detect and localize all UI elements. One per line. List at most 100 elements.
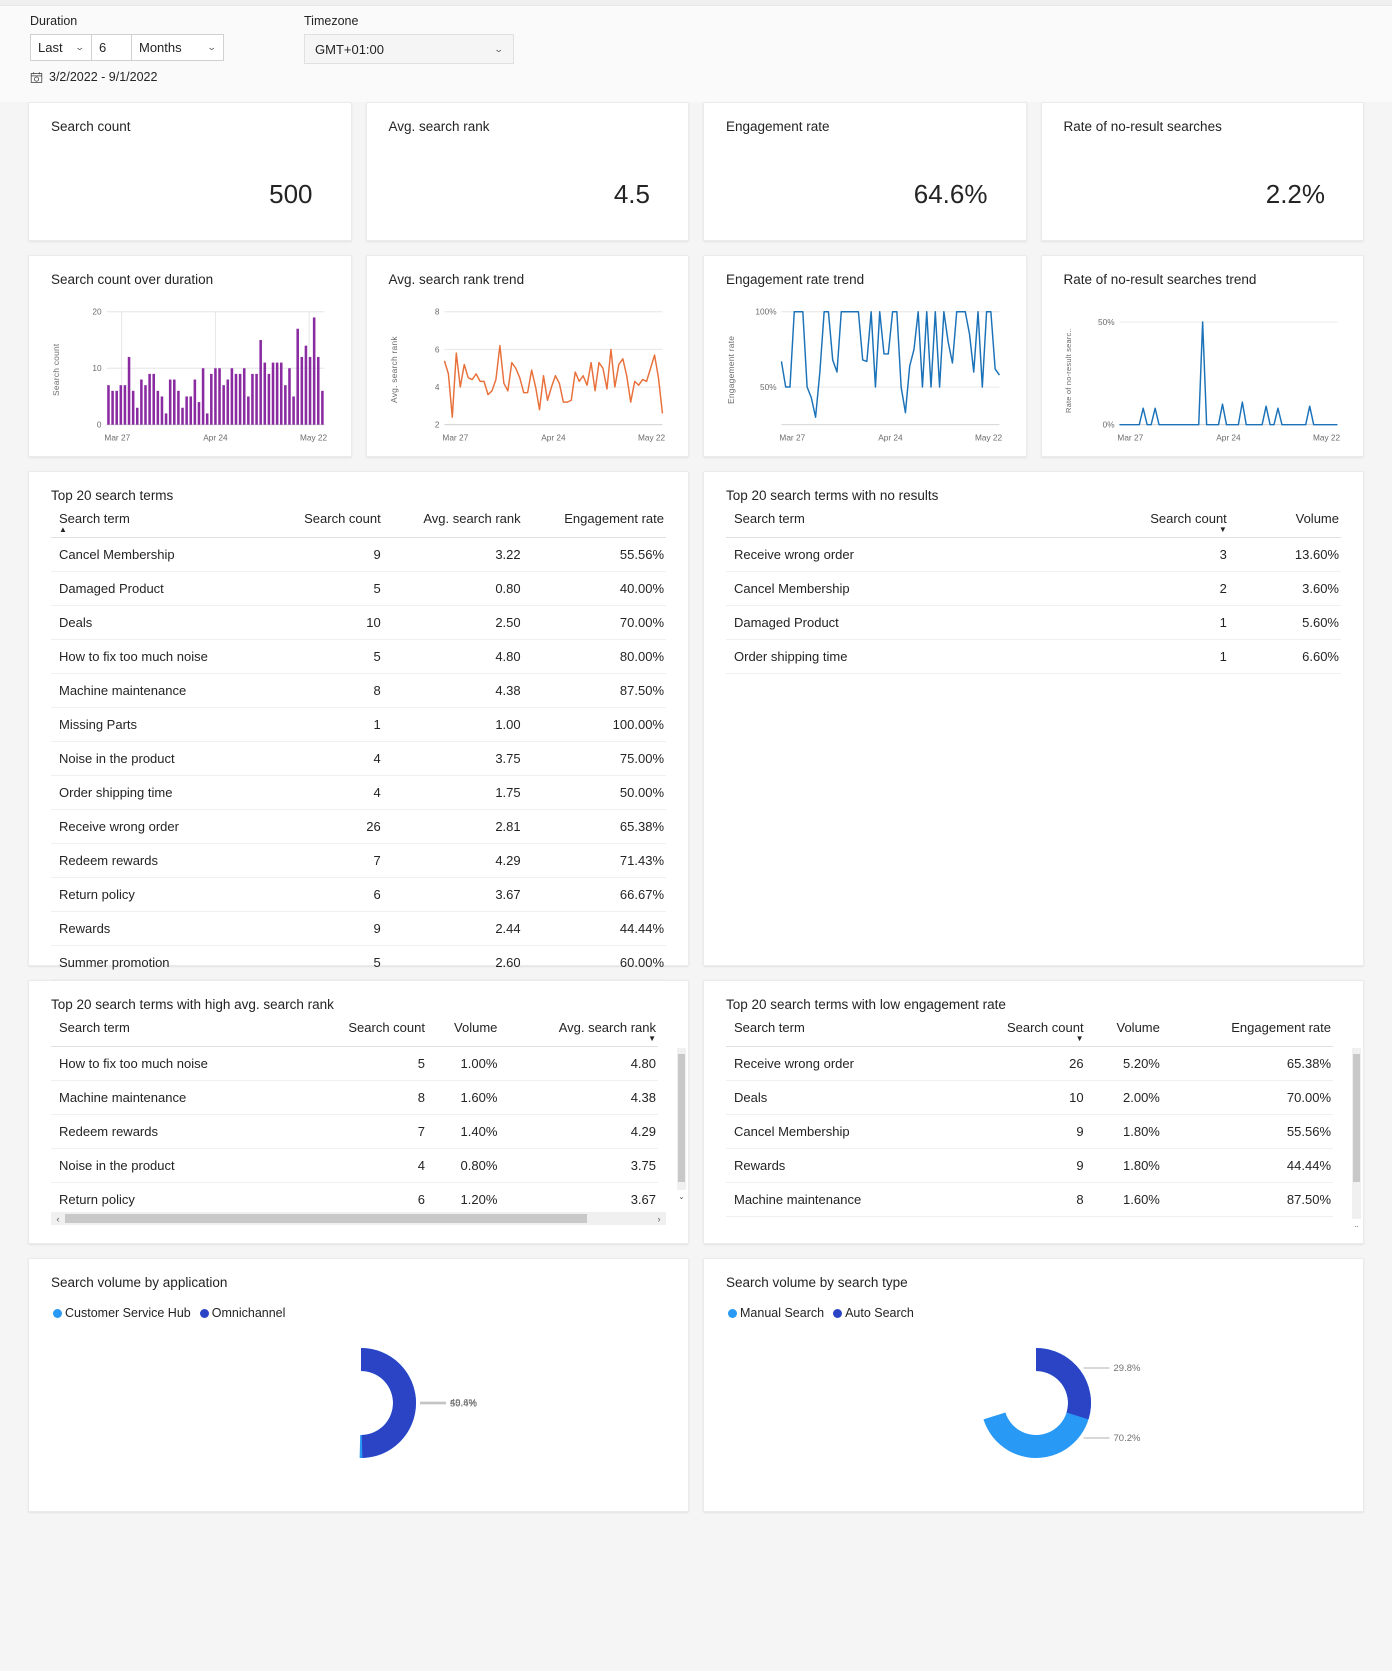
legend-item[interactable]: Customer Service Hub xyxy=(53,1306,191,1320)
scrollbar-thumb[interactable] xyxy=(65,1214,588,1223)
chart-y-axis-label: Search count xyxy=(51,343,61,397)
column-header[interactable]: Volume xyxy=(1228,503,1341,538)
cell-search-term: Missing Parts xyxy=(51,707,272,742)
table-row[interactable]: Redeem rewards 7 1.40% 4.29 xyxy=(51,1114,658,1149)
cell-value: 4.29 xyxy=(382,843,523,878)
table-row[interactable]: Rewards 9 1.80% 44.44% xyxy=(726,1148,1333,1183)
column-header[interactable]: Avg. search rank xyxy=(382,503,523,538)
column-header[interactable]: Search count xyxy=(301,1012,427,1047)
timezone-select[interactable]: GMT+01:00 ⌄ xyxy=(304,34,514,64)
legend-item[interactable]: Omnichannel xyxy=(199,1306,286,1320)
table-card-high-avg-search-rank: Top 20 search terms with high avg. searc… xyxy=(28,980,689,1244)
duration-value-input[interactable]: 6 xyxy=(92,34,132,61)
duration-mode-select[interactable]: Last ⌄ xyxy=(30,34,92,61)
table-row[interactable]: Machine maintenance 8 1.60% 4.38 xyxy=(51,1080,658,1115)
bar-chart-search-count: 0 10 20 Mar 27 Apr 24 May 22 xyxy=(69,304,339,450)
filter-bar: Duration Last ⌄ 6 Months ⌄ 3/2/2022 - 9/… xyxy=(0,6,1392,102)
table-row[interactable]: Noise in the product 4 0.80% 3.75 xyxy=(51,1148,658,1183)
sort-descending-icon: ▼ xyxy=(1218,525,1227,534)
top-search-terms-table: Search term ▲ Search count Avg. search rank… xyxy=(51,503,666,980)
chevron-down-icon[interactable]: ⌄ xyxy=(677,1191,686,1202)
donut-slice[interactable] xyxy=(1035,1348,1091,1420)
column-header[interactable]: Search count ▼ xyxy=(953,1012,1086,1047)
chevron-right-icon[interactable]: › xyxy=(652,1214,666,1224)
table-row[interactable]: How to fix too much noise 5 1.00% 4.80 xyxy=(51,1046,658,1081)
table-row[interactable]: Cancel Membership 9 1.80% 55.56% xyxy=(726,1114,1333,1149)
cell-value: 50.00% xyxy=(522,775,666,810)
cell-value: 4.80 xyxy=(499,1046,658,1081)
cell-value: 10 xyxy=(953,1080,1086,1115)
table-row[interactable]: Cancel Membership 9 3.22 55.56% xyxy=(51,537,666,572)
line-chart-avg-search-rank: 2 4 6 8 Mar 27 Apr 24 May 22 xyxy=(407,304,677,450)
svg-text:Apr 24: Apr 24 xyxy=(1216,433,1241,442)
table-row[interactable]: Deals 10 2.50 70.00% xyxy=(51,605,666,640)
table-row[interactable]: Rewards 9 2.44 44.44% xyxy=(51,911,666,946)
column-header[interactable]: Volume xyxy=(426,1012,500,1047)
cell-value: 1.00 xyxy=(382,707,523,742)
column-header[interactable]: Search count xyxy=(271,503,383,538)
svg-text:May 22: May 22 xyxy=(1312,433,1340,442)
table-row[interactable]: Return policy 6 1.20% 3.67 xyxy=(51,1182,658,1212)
legend-item[interactable]: Manual Search xyxy=(728,1306,824,1320)
column-header[interactable]: Search count ▼ xyxy=(1037,503,1229,538)
table-card-low-engagement-rate: Top 20 search terms with low engagement … xyxy=(703,980,1364,1244)
column-header-label: Search count xyxy=(348,1020,425,1035)
table-row[interactable]: Cancel Membership 2 3.60% xyxy=(726,571,1341,606)
table-row[interactable]: Damaged Product 5 0.80 40.00% xyxy=(51,571,666,606)
column-header[interactable]: Engagement rate xyxy=(522,503,666,538)
cell-search-term: Return policy xyxy=(51,877,272,912)
tables-row-2: Top 20 search terms with high avg. searc… xyxy=(28,980,1364,1244)
legend-label: Omnichannel xyxy=(211,1306,286,1320)
table-row[interactable]: Noise in the product 4 3.75 75.00% xyxy=(51,741,666,776)
table-row[interactable]: Receive wrong order 26 5.20% 65.38% xyxy=(726,1046,1333,1081)
table-row[interactable]: Summer promotion 5 2.60 60.00% xyxy=(51,945,666,980)
column-header[interactable]: Search term xyxy=(726,1012,954,1047)
column-header[interactable]: Search term ▲ xyxy=(51,503,272,538)
chevron-down-icon[interactable]: ⌄ xyxy=(1352,1220,1361,1227)
column-header[interactable]: Search term xyxy=(726,503,1038,538)
column-header[interactable]: Volume xyxy=(1085,1012,1162,1047)
horizontal-scrollbar[interactable]: ‹ › xyxy=(51,1212,666,1225)
cell-search-term: Deals xyxy=(51,605,272,640)
table-row[interactable]: Machine maintenance 8 4.38 87.50% xyxy=(51,673,666,708)
table-row[interactable]: Receive wrong order 3 13.60% xyxy=(726,537,1341,572)
cell-value: 4.38 xyxy=(382,673,523,708)
table-row[interactable]: Order shipping time 4 1.75 50.00% xyxy=(51,775,666,810)
column-header[interactable]: Search term xyxy=(51,1012,302,1047)
chevron-left-icon[interactable]: ‹ xyxy=(51,1214,65,1224)
legend-label: Auto Search xyxy=(845,1306,914,1320)
column-header[interactable]: Engagement rate xyxy=(1161,1012,1333,1047)
donut-slice[interactable] xyxy=(360,1348,416,1458)
table-row[interactable]: Deals 10 2.00% 70.00% xyxy=(726,1080,1333,1115)
duration-unit-select[interactable]: Months ⌄ xyxy=(132,34,224,61)
cell-search-term: Noise in the product xyxy=(51,741,272,776)
table-row[interactable]: Machine maintenance 8 1.60% 87.50% xyxy=(726,1182,1333,1217)
legend-item[interactable]: Auto Search xyxy=(833,1306,914,1320)
svg-text:0: 0 xyxy=(97,421,102,430)
table-row[interactable]: Missing Parts 1 1.00 100.00% xyxy=(51,707,666,742)
date-range-text: 3/2/2022 - 9/1/2022 xyxy=(49,70,158,84)
table-row[interactable]: Damaged Product 1 5.60% xyxy=(726,605,1341,640)
cell-search-term: How to fix too much noise xyxy=(51,639,272,674)
table-row[interactable]: Return policy 6 3.67 66.67% xyxy=(51,877,666,912)
table-row[interactable]: Receive wrong order 26 2.81 65.38% xyxy=(51,809,666,844)
scrollbar-thumb[interactable] xyxy=(1353,1054,1360,1182)
cell-value: 1.80% xyxy=(1085,1148,1162,1183)
table-row[interactable]: Redeem rewards 7 4.29 71.43% xyxy=(51,843,666,878)
vertical-scrollbar[interactable]: ⌄ xyxy=(1352,1048,1361,1227)
cell-search-term: Return policy xyxy=(51,1182,302,1212)
column-header[interactable]: Avg. search rank ▼ xyxy=(499,1012,658,1047)
table-row[interactable]: Order shipping time 1 6.60% xyxy=(726,639,1341,674)
column-header-label: Avg. search rank xyxy=(558,1020,656,1035)
vertical-scrollbar[interactable]: ⌄ xyxy=(677,1048,686,1201)
legend-label: Manual Search xyxy=(740,1306,825,1320)
cell-value: 5 xyxy=(301,1046,427,1081)
cell-value: 0.80 xyxy=(382,571,523,606)
table-row[interactable]: Redeem rewards71.40%71.43% xyxy=(726,1216,1333,1227)
table-row[interactable]: How to fix too much noise 5 4.80 80.00% xyxy=(51,639,666,674)
cell-value: 26 xyxy=(953,1046,1086,1081)
svg-text:Mar 27: Mar 27 xyxy=(442,433,468,442)
cell-value: 71.43% xyxy=(1161,1216,1333,1227)
scrollbar-thumb[interactable] xyxy=(678,1054,685,1182)
chart-y-axis-label: Rate of no-result searc.. xyxy=(1063,327,1073,413)
